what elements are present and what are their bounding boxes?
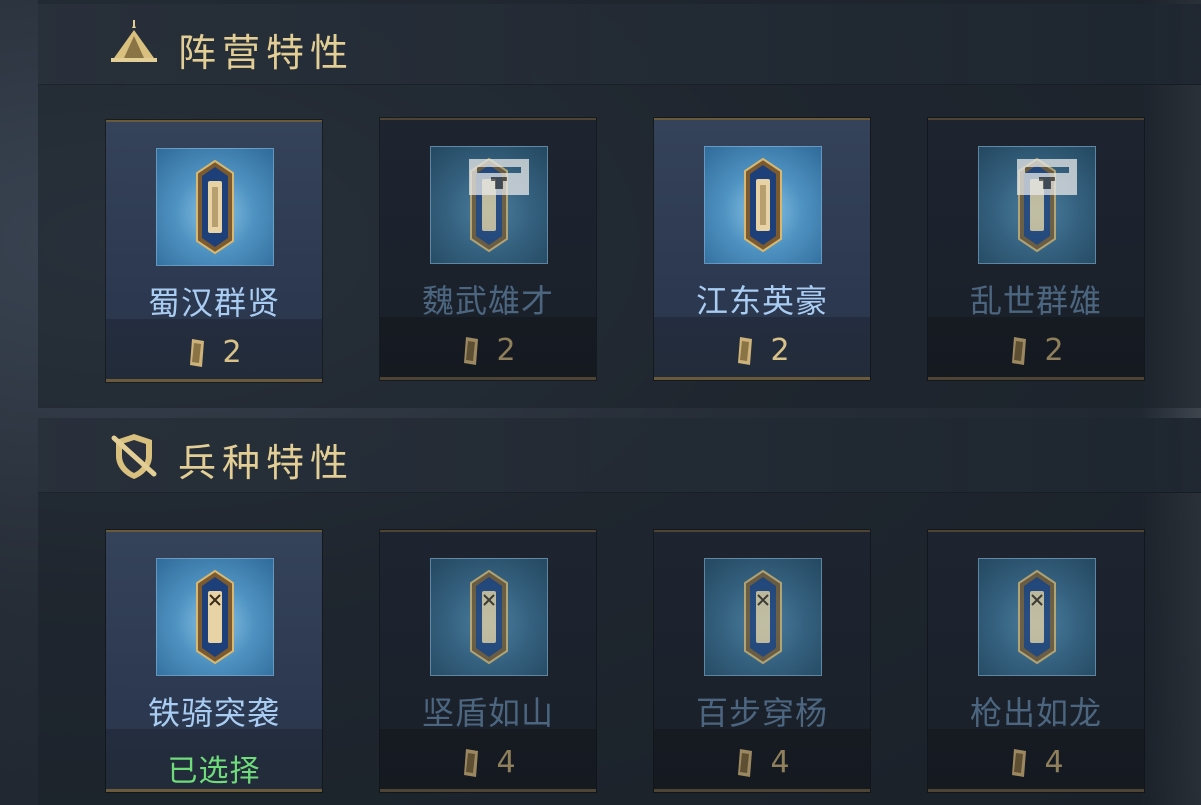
lock-icon [1017,159,1077,195]
scroll-icon [738,748,753,777]
faction-section-header: 阵营特性 [38,4,1201,85]
trait-cost: 2 [654,332,870,368]
trait-name: 坚盾如山 [421,694,554,732]
trait-cost-value: 2 [770,333,790,368]
trait-cost: 2 [928,332,1144,368]
troop-card-spear[interactable]: 枪出如龙 4 [928,530,1144,792]
tablet-badge-icon [1018,569,1056,665]
scroll-icon [190,338,205,367]
scroll-icon [1012,336,1027,365]
scroll-icon [464,336,479,365]
trait-cost-value: 4 [496,745,516,780]
trait-name: 百步穿杨 [695,694,828,732]
tablet-badge-icon [744,569,782,665]
trait-name: 江东英豪 [695,282,828,320]
trait-cost: 4 [928,744,1144,780]
trait-name: 铁骑突袭 [147,694,280,732]
tablet-badge-icon [470,569,508,665]
trait-name: 乱世群雄 [969,282,1102,320]
faction-card-wu[interactable]: 江东英豪 2 [654,118,870,380]
trait-badge-image [704,558,822,676]
trait-badge-image [978,146,1096,264]
trait-cost-value: 2 [496,333,516,368]
selected-status: 已选择 [167,754,261,789]
trait-name: 蜀汉群贤 [147,284,280,322]
faction-card-qunxiong[interactable]: 乱世群雄 2 [928,118,1144,380]
lock-icon [469,159,529,195]
scroll-icon [464,748,479,777]
shield-sword-icon [111,434,157,479]
trait-name: 魏武雄才 [421,282,554,320]
faction-card-shu[interactable]: 蜀汉群贤 2 [106,120,322,382]
tablet-badge-icon [196,569,234,665]
faction-card-wei[interactable]: 魏武雄才 2 [380,118,596,380]
trait-cost: 4 [654,744,870,780]
trait-badge-image [156,148,274,266]
trait-badge-image [704,146,822,264]
troop-section-title: 兵种特性 [178,441,355,485]
trait-cost: 2 [380,332,596,368]
trait-badge-image [430,146,548,264]
trait-cost-value: 4 [1044,745,1064,780]
trait-badge-image [156,558,274,676]
trait-cost: 4 [380,744,596,780]
trait-badge-image [978,558,1096,676]
trait-badge-image [430,558,548,676]
faction-section-title: 阵营特性 [178,31,355,75]
tablet-badge-icon [196,159,234,255]
tent-icon [111,20,157,62]
scroll-icon [738,336,753,365]
tablet-badge-icon [744,157,782,253]
trait-cost-value: 2 [222,335,242,370]
trait-cost: 2 [106,334,322,370]
trait-name: 枪出如龙 [969,694,1102,732]
trait-cost-value: 4 [770,745,790,780]
troop-card-archer[interactable]: 百步穿杨 4 [654,530,870,792]
trait-cost-value: 2 [1044,333,1064,368]
scroll-icon [1012,748,1027,777]
troop-section-header: 兵种特性 [38,418,1201,493]
troop-card-shield[interactable]: 坚盾如山 4 [380,530,596,792]
troop-card-cavalry[interactable]: 铁骑突袭 已选择 [106,530,322,792]
